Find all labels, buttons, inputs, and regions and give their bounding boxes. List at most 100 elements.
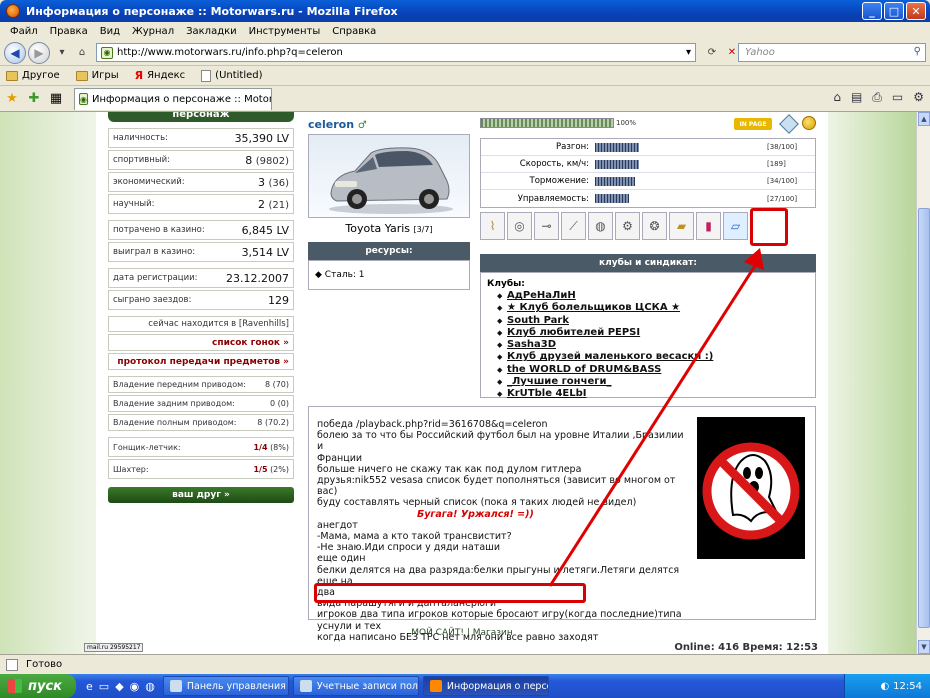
drive-awd: Владение полным приводом: 8 (70.2): [108, 414, 294, 431]
character-header: персонаж: [108, 112, 294, 122]
close-button[interactable]: ✕: [906, 2, 926, 20]
tab-bar: ★ ✚ ▦ ◉ Информация о персонаже :: Motor.…: [0, 86, 930, 112]
firefox-quick-icon[interactable]: ◍: [145, 680, 155, 693]
club-link[interactable]: Sasha3D: [497, 339, 809, 351]
menu-tools[interactable]: Инструменты: [243, 26, 327, 37]
club-link[interactable]: the WORLD of DRUM&BASS: [497, 364, 809, 376]
app-icon[interactable]: ◉: [130, 680, 140, 693]
club-link[interactable]: _Лучшие гончеги_: [497, 376, 809, 388]
desktop-icon[interactable]: ▭: [99, 680, 109, 693]
site-favicon: ◉: [79, 93, 88, 105]
player-nick: celeron ♂: [308, 118, 367, 131]
feed-icon[interactable]: ▤: [851, 90, 862, 105]
search-input[interactable]: Yahoo ⚲: [738, 43, 926, 62]
task-control-panel[interactable]: Панель управления: [162, 676, 289, 696]
club-link[interactable]: South Park: [497, 315, 809, 327]
folder-icon: [6, 70, 18, 81]
menu-help[interactable]: Справка: [326, 26, 382, 37]
scroll-thumb: [918, 208, 930, 628]
gear-part-icon[interactable]: ⚙: [615, 212, 640, 240]
taskbar: пуск e ▭ ◆ ◉ ◍ Панель управления Учетные…: [0, 674, 930, 698]
search-icon[interactable]: ⚲: [914, 46, 921, 57]
page-menu-icon[interactable]: ▭: [892, 90, 903, 105]
stat-races: сыграно заездов: 129: [108, 290, 294, 310]
app-icon[interactable]: ◆: [115, 680, 123, 693]
clock: 12:54: [893, 680, 922, 692]
scroll-down-icon: ▼: [918, 640, 930, 654]
transfer-log-link[interactable]: протокол передачи предметов »: [108, 353, 294, 370]
menu-bar: Файл Правка Вид Журнал Закладки Инструме…: [0, 22, 930, 40]
stat-science: научный: 2 (21): [108, 194, 294, 214]
home-icon[interactable]: ⌂: [833, 90, 841, 105]
resources-header: ресурсы:: [308, 242, 470, 260]
car-parts: ⌇ ◎ ⊸ ⟋ ◍ ⚙ ❂ ▰ ▮ ▱: [480, 212, 790, 240]
history-dropdown-icon[interactable]: ▾: [54, 44, 70, 62]
menu-history[interactable]: Журнал: [126, 26, 180, 37]
start-button[interactable]: пуск: [0, 674, 76, 698]
race-list-link[interactable]: список гонок »: [108, 334, 294, 351]
vertical-scrollbar[interactable]: ▲ ▼: [916, 112, 930, 654]
exhaust-part-icon[interactable]: ⊸: [534, 212, 559, 240]
menu-view[interactable]: Вид: [94, 26, 126, 37]
about-text: победа /playback.php?rid=3616708&q=celer…: [317, 419, 687, 643]
status-icon: [6, 658, 18, 671]
tire-part-icon[interactable]: ◎: [507, 212, 532, 240]
stat-cash: наличность: 35,390 LV: [108, 128, 294, 148]
footer-links[interactable]: МОЙ САЙТ! | Магазин: [96, 628, 828, 638]
tools-gear-icon[interactable]: ⚙: [913, 90, 924, 105]
spec-row: Управляемость: [27/100]: [517, 193, 798, 204]
bookmark-other[interactable]: Другое: [6, 70, 60, 81]
bookmark-untitled[interactable]: (Untitled): [201, 69, 263, 82]
character-panel: персонаж наличность: 35,390 LV спортивный…: [108, 112, 294, 503]
tray-icon[interactable]: ◐: [880, 681, 889, 692]
club-link[interactable]: АдРеНаЛиН: [497, 290, 809, 302]
tab-list-icon[interactable]: ▦: [48, 91, 64, 107]
menu-edit[interactable]: Правка: [44, 26, 94, 37]
rank-miner: Шахтер: 1/5 (2%): [108, 459, 294, 479]
page-icon: [201, 69, 212, 82]
forward-button[interactable]: ▶: [28, 41, 50, 64]
fluid-part-icon[interactable]: ▮: [696, 212, 721, 240]
ghostbusters-logo: [702, 442, 800, 540]
spring-part-icon[interactable]: ⌇: [480, 212, 505, 240]
brake-part-icon[interactable]: ◍: [588, 212, 613, 240]
reload-icon[interactable]: ⟳: [704, 44, 720, 62]
car-specs: Разгон: [38/100] Скорость, км/ч: [189] Тор…: [480, 138, 816, 208]
print-icon[interactable]: ⎙: [872, 90, 882, 105]
firefox-icon: [6, 4, 20, 18]
tab-character-info[interactable]: ◉ Информация о персонаже :: Motor... ✕: [74, 87, 272, 110]
turbo-part-icon[interactable]: ❂: [642, 212, 667, 240]
task-firefox[interactable]: Информация о персо...: [422, 676, 549, 696]
about-box: победа /playback.php?rid=3616708&q=celer…: [308, 406, 816, 643]
filter-part-icon[interactable]: ▰: [669, 212, 694, 240]
club-link[interactable]: ★ Клуб болельщиков ЦСКА ★: [497, 302, 809, 314]
club-link[interactable]: KrUTble 4ELbI: [497, 388, 809, 400]
windows-flag-icon: [8, 679, 22, 693]
star-icon[interactable]: ★: [4, 91, 20, 107]
coin-icon[interactable]: [802, 116, 816, 130]
club-link[interactable]: Клуб друзей маленького весаски :): [497, 351, 809, 363]
progress-bar: [480, 118, 614, 128]
minimize-button[interactable]: _: [862, 2, 882, 20]
diamond-icon[interactable]: [779, 114, 799, 134]
page-content: персонаж наличность: 35,390 LV спортивный…: [0, 112, 916, 654]
url-bar[interactable]: ◉ http://www.motorwars.ru/info.php?q=cel…: [96, 43, 696, 62]
ie-icon[interactable]: e: [86, 680, 93, 693]
background-left: [0, 112, 110, 654]
addon-icon[interactable]: ✚: [26, 91, 42, 107]
menu-bookmarks[interactable]: Закладки: [180, 26, 243, 37]
menu-file[interactable]: Файл: [4, 26, 44, 37]
club-link[interactable]: Клуб любителей PEPSI: [497, 327, 809, 339]
nitro-part-icon[interactable]: ▱: [723, 212, 748, 240]
back-button[interactable]: ◀: [4, 41, 26, 64]
task-user-accounts[interactable]: Учетные записи пол...: [292, 676, 419, 696]
bookmark-yandex[interactable]: Я Яндекс: [135, 69, 186, 82]
search-placeholder: Yahoo: [745, 47, 775, 58]
maximize-button[interactable]: □: [884, 2, 904, 20]
status-text: Готово: [26, 659, 63, 670]
your-friend-button[interactable]: ваш друг »: [108, 487, 294, 503]
home-icon[interactable]: ⌂: [74, 44, 90, 62]
shaft-part-icon[interactable]: ⟋: [561, 212, 586, 240]
url-dropdown-icon[interactable]: ▾: [686, 47, 691, 58]
bookmark-games[interactable]: Игры: [75, 70, 119, 81]
